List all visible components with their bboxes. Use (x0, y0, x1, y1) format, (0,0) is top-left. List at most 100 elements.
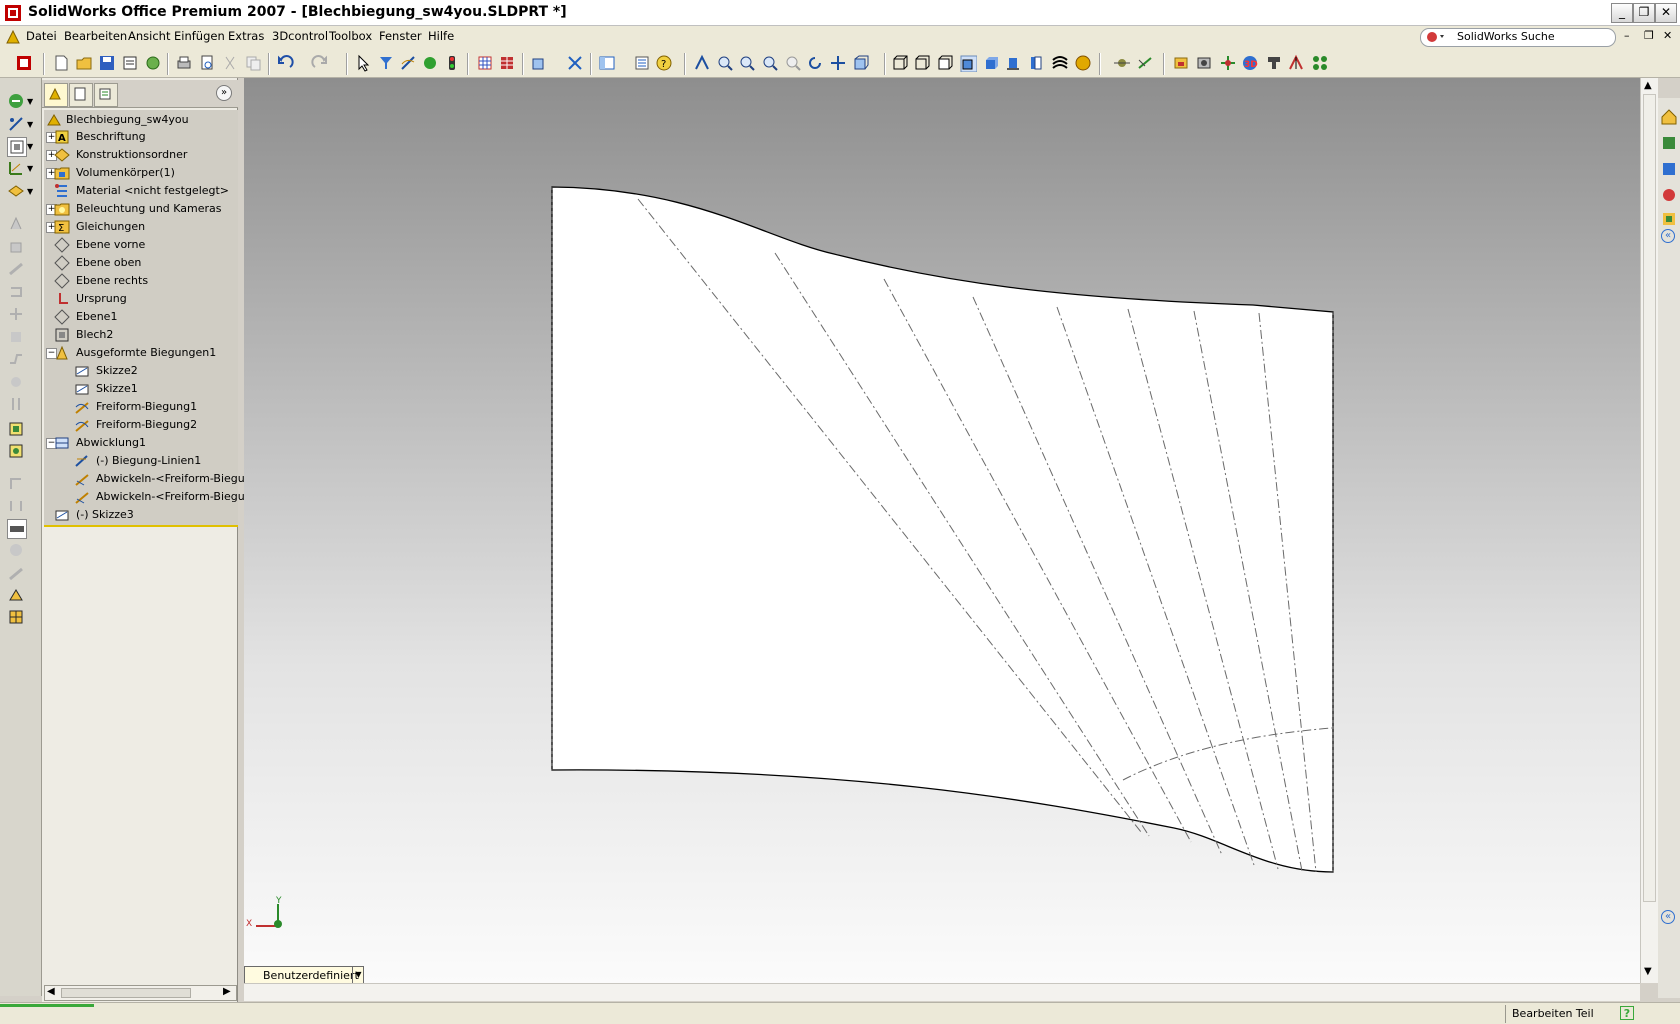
mirror-icon[interactable] (1287, 54, 1305, 72)
pan-icon[interactable] (829, 54, 847, 72)
view-selector[interactable]: Benutzerdefiniert ▼ (244, 966, 364, 984)
new-document-icon[interactable] (52, 54, 70, 72)
sheet-metal-icon[interactable] (7, 137, 27, 157)
menu-datei[interactable]: Datei (26, 29, 57, 43)
hide-show-items-icon[interactable] (1113, 54, 1131, 72)
doc-minimize-button[interactable]: – (1624, 29, 1630, 42)
menu-3dcontrol[interactable]: 3Dcontrol (272, 29, 328, 43)
help-status-icon[interactable]: ? (1620, 1006, 1634, 1020)
select-filter-icon[interactable] (377, 54, 395, 72)
hidden-lines-removed-icon[interactable] (936, 54, 954, 72)
app-menu-icon[interactable] (4, 28, 22, 46)
save-icon[interactable] (98, 54, 116, 72)
zoom-to-fit-icon[interactable] (716, 54, 734, 72)
undo-icon[interactable] (276, 54, 294, 72)
properties-icon[interactable] (121, 54, 139, 72)
menu-fenster[interactable]: Fenster (379, 29, 422, 43)
cut-icon[interactable] (221, 54, 239, 72)
graphics-horizontal-scrollbar[interactable] (244, 983, 1640, 1001)
shaded-with-edges-icon[interactable] (959, 54, 977, 72)
select-icon[interactable] (354, 54, 372, 72)
list-icon[interactable] (633, 54, 651, 72)
view-selector-dropdown-icon[interactable]: ▼ (352, 967, 364, 983)
feature-works-icon[interactable] (1265, 54, 1283, 72)
vertical-scroll-thumb[interactable] (1643, 94, 1656, 902)
grid-icon[interactable] (476, 54, 494, 72)
shadows-icon[interactable] (1004, 54, 1022, 72)
animator-icon[interactable] (1195, 54, 1213, 72)
realview-icon[interactable] (1074, 54, 1092, 72)
appearances-icon[interactable] (1660, 210, 1678, 228)
rebuild-traffic-icon[interactable] (421, 54, 439, 72)
rollback-bar[interactable] (44, 525, 238, 527)
scroll-down-icon[interactable]: ▼ (1644, 966, 1652, 977)
fold-icon[interactable] (7, 608, 25, 626)
graphics-vertical-scrollbar[interactable]: ▲ ▼ (1640, 78, 1658, 983)
zoom-in-out-icon[interactable] (761, 54, 779, 72)
menu-extras[interactable]: Extras (228, 29, 264, 43)
welded-corner-icon[interactable] (7, 442, 25, 460)
standard-views-icon[interactable] (852, 54, 870, 72)
pattern-icon[interactable] (1311, 54, 1329, 72)
scroll-left-icon[interactable]: ◀ (47, 986, 55, 997)
feature-tree-scrollbar[interactable]: ◀ ▶ (44, 985, 237, 1001)
menu-hilfe[interactable]: Hilfe (428, 29, 454, 43)
design-library-icon[interactable] (1660, 134, 1678, 152)
scroll-up-icon[interactable]: ▲ (1644, 80, 1652, 91)
collapse-task-pane-icon[interactable]: « (1661, 229, 1675, 243)
graphics-area[interactable]: X Y (244, 78, 1640, 983)
previous-view-icon[interactable] (693, 54, 711, 72)
menu-bearbeiten[interactable]: Bearbeiten (64, 29, 127, 43)
tab-property-manager[interactable] (69, 83, 93, 107)
print-icon[interactable] (175, 54, 193, 72)
sketch-tools-icon[interactable] (7, 115, 25, 133)
close-button[interactable]: ✕ (1655, 3, 1677, 23)
features-icon[interactable] (7, 92, 25, 110)
3d-icon[interactable]: 3D (1241, 54, 1259, 72)
zoom-area-icon[interactable] (738, 54, 756, 72)
restore-button[interactable]: ❐ (1633, 3, 1655, 23)
display-pane-icon[interactable] (566, 54, 584, 72)
unfold-icon[interactable] (7, 586, 25, 604)
rotate-view-icon[interactable] (806, 54, 824, 72)
hidden-lines-visible-icon[interactable] (913, 54, 931, 72)
tab-configuration-manager[interactable] (94, 83, 118, 107)
flatten-icon[interactable] (7, 519, 27, 539)
menu-toolbox[interactable]: Toolbox (329, 29, 372, 43)
menu-ansicht[interactable]: Ansicht (128, 29, 170, 43)
zoom-selection-icon[interactable] (784, 54, 802, 72)
sketch-icon[interactable] (399, 54, 417, 72)
search-results-icon[interactable] (1660, 186, 1678, 204)
window-layout-icon[interactable] (598, 54, 616, 72)
doc-restore-button[interactable]: ❐ (1644, 29, 1654, 42)
expand-task-pane-icon[interactable]: « (1661, 910, 1675, 924)
doc-close-button[interactable]: ✕ (1663, 29, 1672, 42)
section-view-icon[interactable] (1027, 54, 1045, 72)
file-explorer-icon[interactable] (1660, 160, 1678, 178)
wireframe-icon[interactable] (891, 54, 909, 72)
print-preview-icon[interactable] (198, 54, 216, 72)
scroll-right-icon[interactable]: ▶ (223, 986, 231, 997)
expand-panel-icon[interactable]: » (216, 85, 232, 101)
view-orientation-icon[interactable] (530, 54, 548, 72)
copy-icon[interactable] (244, 54, 262, 72)
rebuild-icon[interactable] (15, 54, 33, 72)
options-icon[interactable] (144, 54, 162, 72)
3d-mouse-icon[interactable] (1219, 54, 1237, 72)
help-icon[interactable]: ? (655, 54, 673, 72)
redo-icon[interactable] (311, 54, 329, 72)
reference-geometry-icon[interactable] (7, 182, 25, 200)
home-icon[interactable] (1660, 108, 1678, 126)
closed-corner-icon[interactable] (7, 420, 25, 438)
stoplight-icon[interactable] (443, 54, 461, 72)
search-box[interactable]: SolidWorks Suche (1420, 28, 1616, 47)
curvature-icon[interactable] (1051, 54, 1069, 72)
toolbox-icon[interactable] (1172, 54, 1190, 72)
table-icon[interactable] (498, 54, 516, 72)
hide-show-sketch-icon[interactable] (1136, 54, 1154, 72)
dimensions-icon[interactable] (7, 159, 25, 177)
menu-einfuegen[interactable]: Einfügen (174, 29, 225, 43)
minimize-button[interactable]: _ (1611, 3, 1633, 23)
scroll-thumb[interactable] (61, 988, 191, 998)
shaded-icon[interactable] (982, 54, 1000, 72)
